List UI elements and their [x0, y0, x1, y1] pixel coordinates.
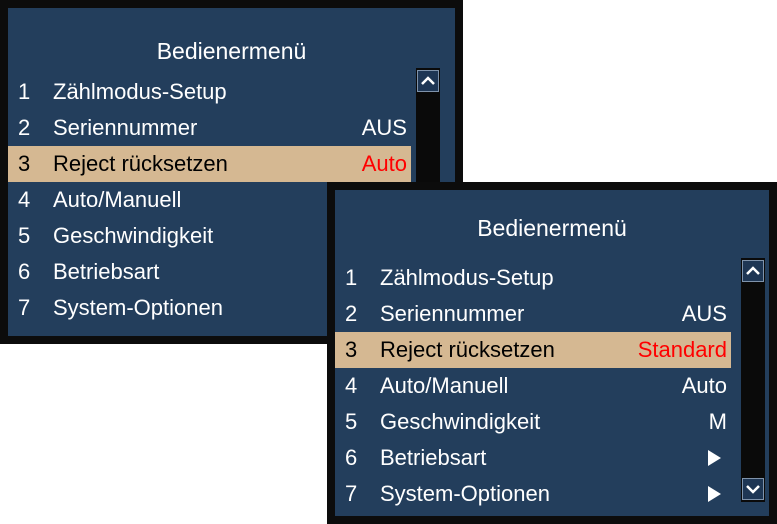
menu-item-serial-number[interactable]: 2 Seriennummer AUS	[8, 110, 411, 146]
menu-item-operating-mode[interactable]: 6 Betriebsart	[335, 440, 731, 476]
menu-item-label: System-Optionen	[53, 295, 223, 320]
menu-title: Bedienermenü	[477, 215, 627, 241]
menu-item-number: 3	[345, 337, 358, 362]
menu-item-number: 5	[345, 409, 358, 434]
menu-item-number: 4	[18, 187, 31, 212]
menu-item-number: 1	[345, 265, 358, 290]
menu-title: Bedienermenü	[156, 38, 307, 64]
menu-item-label: Betriebsart	[380, 445, 487, 470]
menu-item-number: 2	[18, 115, 31, 140]
scroll-up-button[interactable]	[742, 260, 764, 282]
menu-item-number: 4	[345, 373, 358, 398]
chevron-up-icon	[746, 266, 760, 275]
scroll-down-button[interactable]	[742, 478, 764, 500]
submenu-arrow-icon	[708, 486, 721, 502]
chevron-up-icon	[421, 76, 435, 85]
menu-item-number: 6	[18, 259, 31, 284]
submenu-arrow-icon	[708, 450, 721, 466]
menu-item-number: 7	[18, 295, 31, 320]
menu-item-label: Zählmodus-Setup	[53, 79, 227, 104]
menu-item-label: Reject rücksetzen	[380, 337, 555, 362]
menu-item-label: Zählmodus-Setup	[380, 265, 554, 290]
menu-item-label: Auto/Manuell	[53, 187, 182, 212]
menu-item-label: Auto/Manuell	[380, 373, 509, 398]
scrollbar[interactable]	[741, 258, 765, 502]
menu-item-label: Seriennummer	[380, 301, 525, 326]
menu-item-label: Seriennummer	[53, 115, 198, 140]
menu-item-label: System-Optionen	[380, 481, 550, 506]
menu-item-reject-reset[interactable]: 3 Reject rücksetzen Auto	[8, 146, 411, 182]
menu-item-value: M	[708, 409, 727, 434]
menu-item-number: 7	[345, 481, 358, 506]
menu-item-label: Geschwindigkeit	[380, 409, 541, 434]
menu-item-counting-mode-setup[interactable]: 1 Zählmodus-Setup	[335, 260, 731, 296]
menu-item-system-options[interactable]: 7 System-Optionen	[335, 476, 731, 512]
menu-item-speed[interactable]: 5 Geschwindigkeit M	[335, 404, 731, 440]
menu-item-number: 3	[18, 151, 31, 176]
menu-item-label: Betriebsart	[53, 259, 160, 284]
menu-item-value: Auto	[361, 151, 407, 176]
menu-item-serial-number[interactable]: 2 Seriennummer AUS	[335, 296, 731, 332]
menu-item-auto-manual[interactable]: 4 Auto/Manuell Auto	[335, 368, 731, 404]
menu-item-label: Geschwindigkeit	[53, 223, 214, 248]
menu-item-reject-reset[interactable]: 3 Reject rücksetzen Standard	[335, 332, 731, 368]
menu-item-value: AUS	[681, 301, 727, 326]
menu-item-number: 1	[18, 79, 31, 104]
menu-item-value: Auto	[681, 373, 727, 398]
menu-item-label: Reject rücksetzen	[53, 151, 228, 176]
scroll-up-button[interactable]	[417, 70, 439, 92]
menu-item-value: AUS	[361, 115, 407, 140]
menu-item-number: 5	[18, 223, 31, 248]
operator-menu-panel-front: Bedienermenü 1 Zählmodus-Setup 2 Serienn…	[327, 182, 777, 524]
menu-item-value: Standard	[637, 337, 727, 362]
menu-item-counting-mode-setup[interactable]: 1 Zählmodus-Setup	[8, 74, 411, 110]
chevron-down-icon	[746, 485, 760, 494]
menu-item-number: 6	[345, 445, 358, 470]
menu-item-number: 2	[345, 301, 358, 326]
